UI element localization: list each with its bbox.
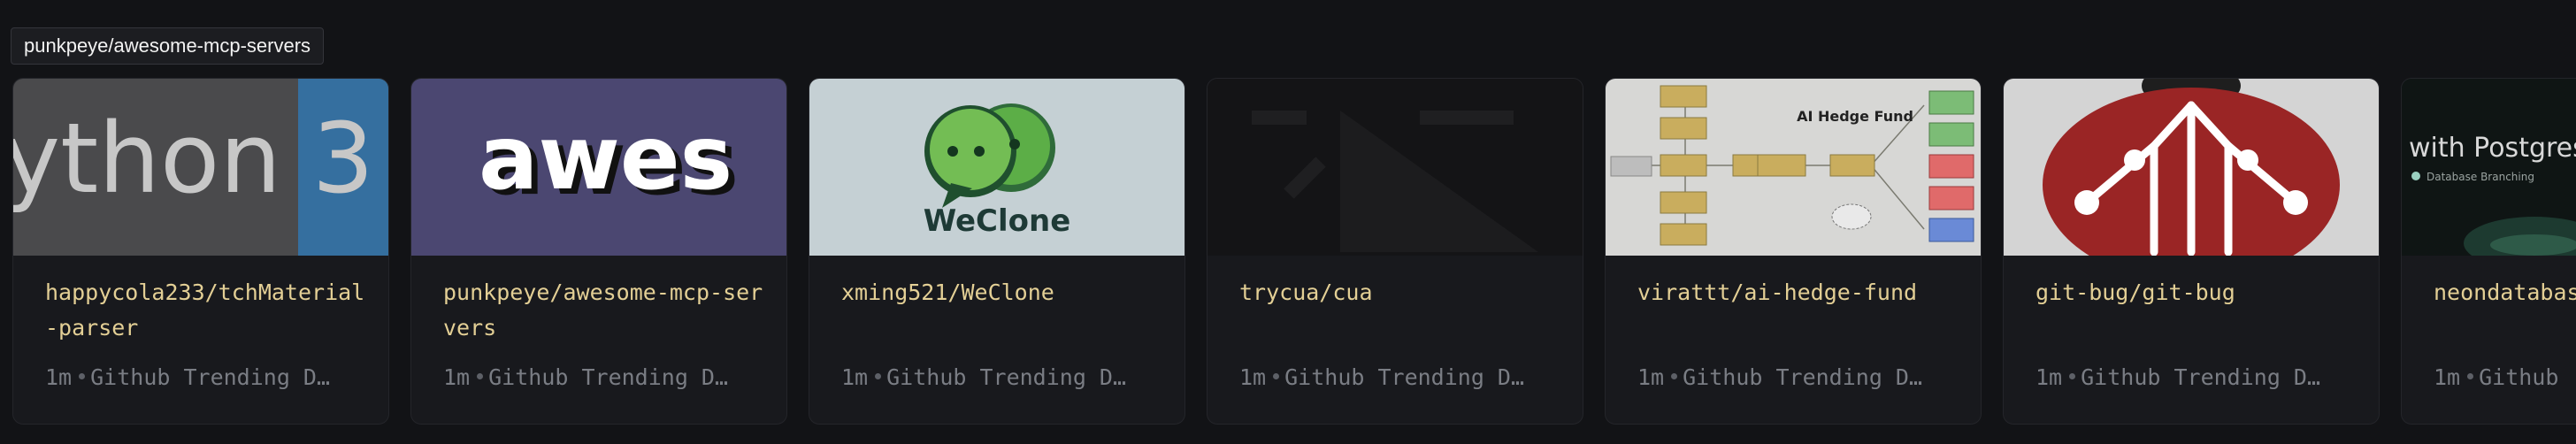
repo-source: Github Trending D… [90, 364, 331, 390]
repo-title[interactable]: happycola233/tchMaterial-parser [45, 275, 372, 346]
thumbnail-subtext: Database Branching [2426, 171, 2534, 183]
repo-thumbnail: AI Hedge Fund [1606, 79, 1981, 256]
repo-card[interactable]: AI Hedge Fund virattt/ai-hedge-fund 1m Gi… [1605, 78, 1982, 425]
repo-card-row: ython 3 happycola233/tchMaterial-parser … [12, 78, 2576, 425]
repo-title[interactable]: xming521/WeClone [841, 275, 1169, 310]
repo-thumbnail [2004, 79, 2379, 256]
thumbnail-text: awes [479, 106, 732, 210]
repo-thumbnail: with Postgres Database Branching [2402, 79, 2576, 256]
repo-title[interactable]: virattt/ai-hedge-fund [1637, 275, 1965, 310]
repo-card[interactable]: trycua/cua 1m Github Trending D… [1207, 78, 1583, 425]
thumbnail-text: ython 3 [13, 102, 374, 215]
repo-meta: 1m Github [2434, 360, 2576, 395]
repo-card[interactable]: ython 3 happycola233/tchMaterial-parser … [12, 78, 389, 425]
repo-card[interactable]: WeClone xming521/WeClone 1m Github Trendi… [809, 78, 1185, 425]
repo-age: 1m [1637, 364, 1665, 390]
repo-age: 1m [2434, 364, 2461, 390]
repo-source: Github Trending D… [1284, 364, 1525, 390]
repo-age: 1m [841, 364, 869, 390]
separator-dot [2467, 372, 2474, 379]
repo-source: Github Trending D… [886, 364, 1127, 390]
repo-source: Github Trending D… [1683, 364, 1923, 390]
repo-source: Github Trending D… [488, 364, 729, 390]
repo-meta: 1m Github Trending D… [841, 360, 1153, 395]
tooltip: punkpeye/awesome-mcp-servers [11, 27, 325, 65]
repo-thumbnail: awes awes [411, 79, 786, 256]
repo-age: 1m [2036, 364, 2063, 390]
repo-age: 1m [443, 364, 471, 390]
repo-title[interactable]: trycua/cua [1239, 275, 1567, 310]
repo-title[interactable]: neondatabas [2434, 275, 2576, 310]
repo-card[interactable]: with Postgres Database Branching neondat… [2401, 78, 2576, 425]
separator-dot [79, 372, 86, 379]
repo-thumbnail: ython 3 [13, 79, 388, 256]
thumbnail-text: with Postgres [2409, 133, 2576, 164]
repo-meta: 1m Github Trending D… [1637, 360, 1949, 395]
separator-dot [1273, 372, 1280, 379]
thumbnail-text: WeClone [924, 203, 1071, 239]
repo-meta: 1m Github Trending D… [45, 360, 356, 395]
separator-dot [477, 372, 484, 379]
separator-dot [875, 372, 882, 379]
repo-age: 1m [45, 364, 73, 390]
repo-title[interactable]: git-bug/git-bug [2036, 275, 2363, 310]
repo-meta: 1m Github Trending D… [2036, 360, 2347, 395]
repo-meta: 1m Github Trending D… [1239, 360, 1551, 395]
repo-age: 1m [1239, 364, 1267, 390]
repo-card[interactable]: git-bug/git-bug 1m Github Trending D… [2003, 78, 2380, 425]
repo-thumbnail: WeClone [809, 79, 1184, 256]
thumbnail-text: AI Hedge Fund [1797, 108, 1913, 125]
repo-title[interactable]: punkpeye/awesome-mcp-servers [443, 275, 770, 346]
repo-source: Github [2479, 364, 2559, 390]
separator-dot [1671, 372, 1678, 379]
repo-thumbnail [1208, 79, 1583, 256]
repo-meta: 1m Github Trending D… [443, 360, 755, 395]
separator-dot [2069, 372, 2076, 379]
repo-card[interactable]: awes awes punkpeye/awesome-mcp-servers 1… [410, 78, 787, 425]
repo-source: Github Trending D… [2081, 364, 2321, 390]
